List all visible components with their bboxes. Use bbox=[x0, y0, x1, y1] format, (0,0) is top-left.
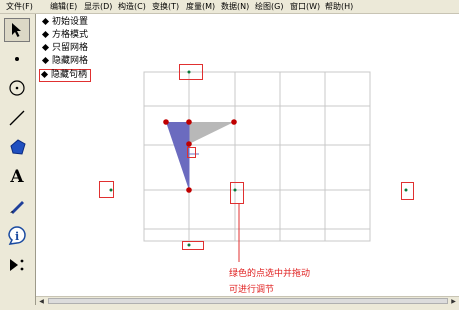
custom-tool-icon bbox=[10, 259, 24, 271]
text-tool[interactable]: A bbox=[4, 165, 30, 189]
bullet-icon bbox=[41, 56, 50, 64]
annotation-text-line2: 可进行调节 bbox=[229, 285, 275, 295]
polygon-tool[interactable] bbox=[4, 135, 30, 159]
menu-transform[interactable]: 变换(T) bbox=[152, 0, 179, 13]
bullet-icon bbox=[41, 43, 50, 51]
menu-display[interactable]: 显示(D) bbox=[84, 0, 112, 13]
grid-only-button[interactable]: 只留网格 bbox=[41, 43, 88, 54]
text-A-icon: A bbox=[10, 167, 24, 187]
custom-tool[interactable] bbox=[4, 253, 30, 277]
bullet-icon bbox=[41, 17, 50, 25]
grid-mode-button[interactable]: 方格模式 bbox=[41, 30, 88, 41]
scroll-left-icon[interactable]: ◀ bbox=[37, 298, 46, 305]
information-tool[interactable]: i bbox=[4, 223, 30, 247]
hide-handles-button[interactable]: 隐藏句柄 bbox=[39, 69, 92, 82]
highlight-box-right bbox=[401, 182, 414, 200]
menu-number[interactable]: 数据(N) bbox=[221, 0, 249, 13]
highlight-box-top bbox=[179, 64, 203, 80]
scroll-thumb[interactable] bbox=[48, 298, 448, 304]
vertex-point[interactable] bbox=[231, 119, 237, 125]
sketch-canvas[interactable]: 初始设置 方格模式 只留网格 隐藏网格 隐藏句柄 绿色的点选中并拖动 可进行调节 bbox=[36, 14, 459, 296]
circle-icon bbox=[9, 80, 25, 96]
menu-edit[interactable]: 编辑(E) bbox=[50, 0, 77, 13]
vertex-point[interactable] bbox=[163, 119, 169, 125]
gray-triangle[interactable] bbox=[189, 122, 234, 144]
straightedge-tool[interactable] bbox=[4, 106, 30, 130]
menu-file[interactable]: 文件(F) bbox=[6, 0, 33, 13]
menu-construct[interactable]: 构造(C) bbox=[118, 0, 146, 13]
blue-triangle[interactable] bbox=[166, 122, 189, 190]
initial-settings-button[interactable]: 初始设置 bbox=[41, 17, 88, 28]
menu-bar: 文件(F) 编辑(E) 显示(D) 构造(C) 变换(T) 度量(M) 数据(N… bbox=[0, 0, 459, 14]
status-bar bbox=[0, 305, 459, 310]
arrow-tool[interactable] bbox=[4, 18, 30, 42]
compass-tool[interactable] bbox=[4, 76, 30, 100]
annotation-text-line1: 绿色的点选中并拖动 bbox=[229, 269, 311, 279]
control-handles[interactable] bbox=[109, 70, 408, 247]
hide-grid-button[interactable]: 隐藏网格 bbox=[41, 56, 88, 67]
polygon-icon bbox=[10, 139, 26, 155]
svg-text:i: i bbox=[15, 230, 19, 243]
menu-graph[interactable]: 绘图(G) bbox=[255, 0, 283, 13]
select-arrow-icon bbox=[12, 23, 21, 37]
bullet-icon bbox=[41, 30, 50, 38]
point-tool[interactable] bbox=[4, 47, 30, 71]
toolbox: A i bbox=[0, 14, 36, 310]
marker-pen-icon bbox=[10, 201, 24, 214]
vertex-point[interactable] bbox=[186, 187, 192, 193]
highlight-box-middle bbox=[230, 182, 244, 204]
highlight-box-left bbox=[99, 181, 114, 198]
line-segment-icon bbox=[9, 110, 25, 126]
scroll-right-icon[interactable]: ▶ bbox=[449, 298, 458, 305]
menu-window[interactable]: 窗口(W) bbox=[290, 0, 320, 13]
bullet-icon bbox=[40, 70, 49, 78]
highlight-box-bottom bbox=[182, 241, 204, 250]
vertex-point[interactable] bbox=[186, 119, 192, 125]
vertex-point[interactable] bbox=[186, 141, 192, 147]
menu-measure[interactable]: 度量(M) bbox=[186, 0, 215, 13]
grid-drawing bbox=[109, 70, 408, 262]
highlight-box-center bbox=[187, 147, 196, 158]
menu-help[interactable]: 帮助(H) bbox=[325, 0, 353, 13]
marker-tool[interactable] bbox=[4, 194, 30, 218]
point-icon bbox=[15, 57, 19, 61]
info-icon: i bbox=[8, 226, 26, 245]
